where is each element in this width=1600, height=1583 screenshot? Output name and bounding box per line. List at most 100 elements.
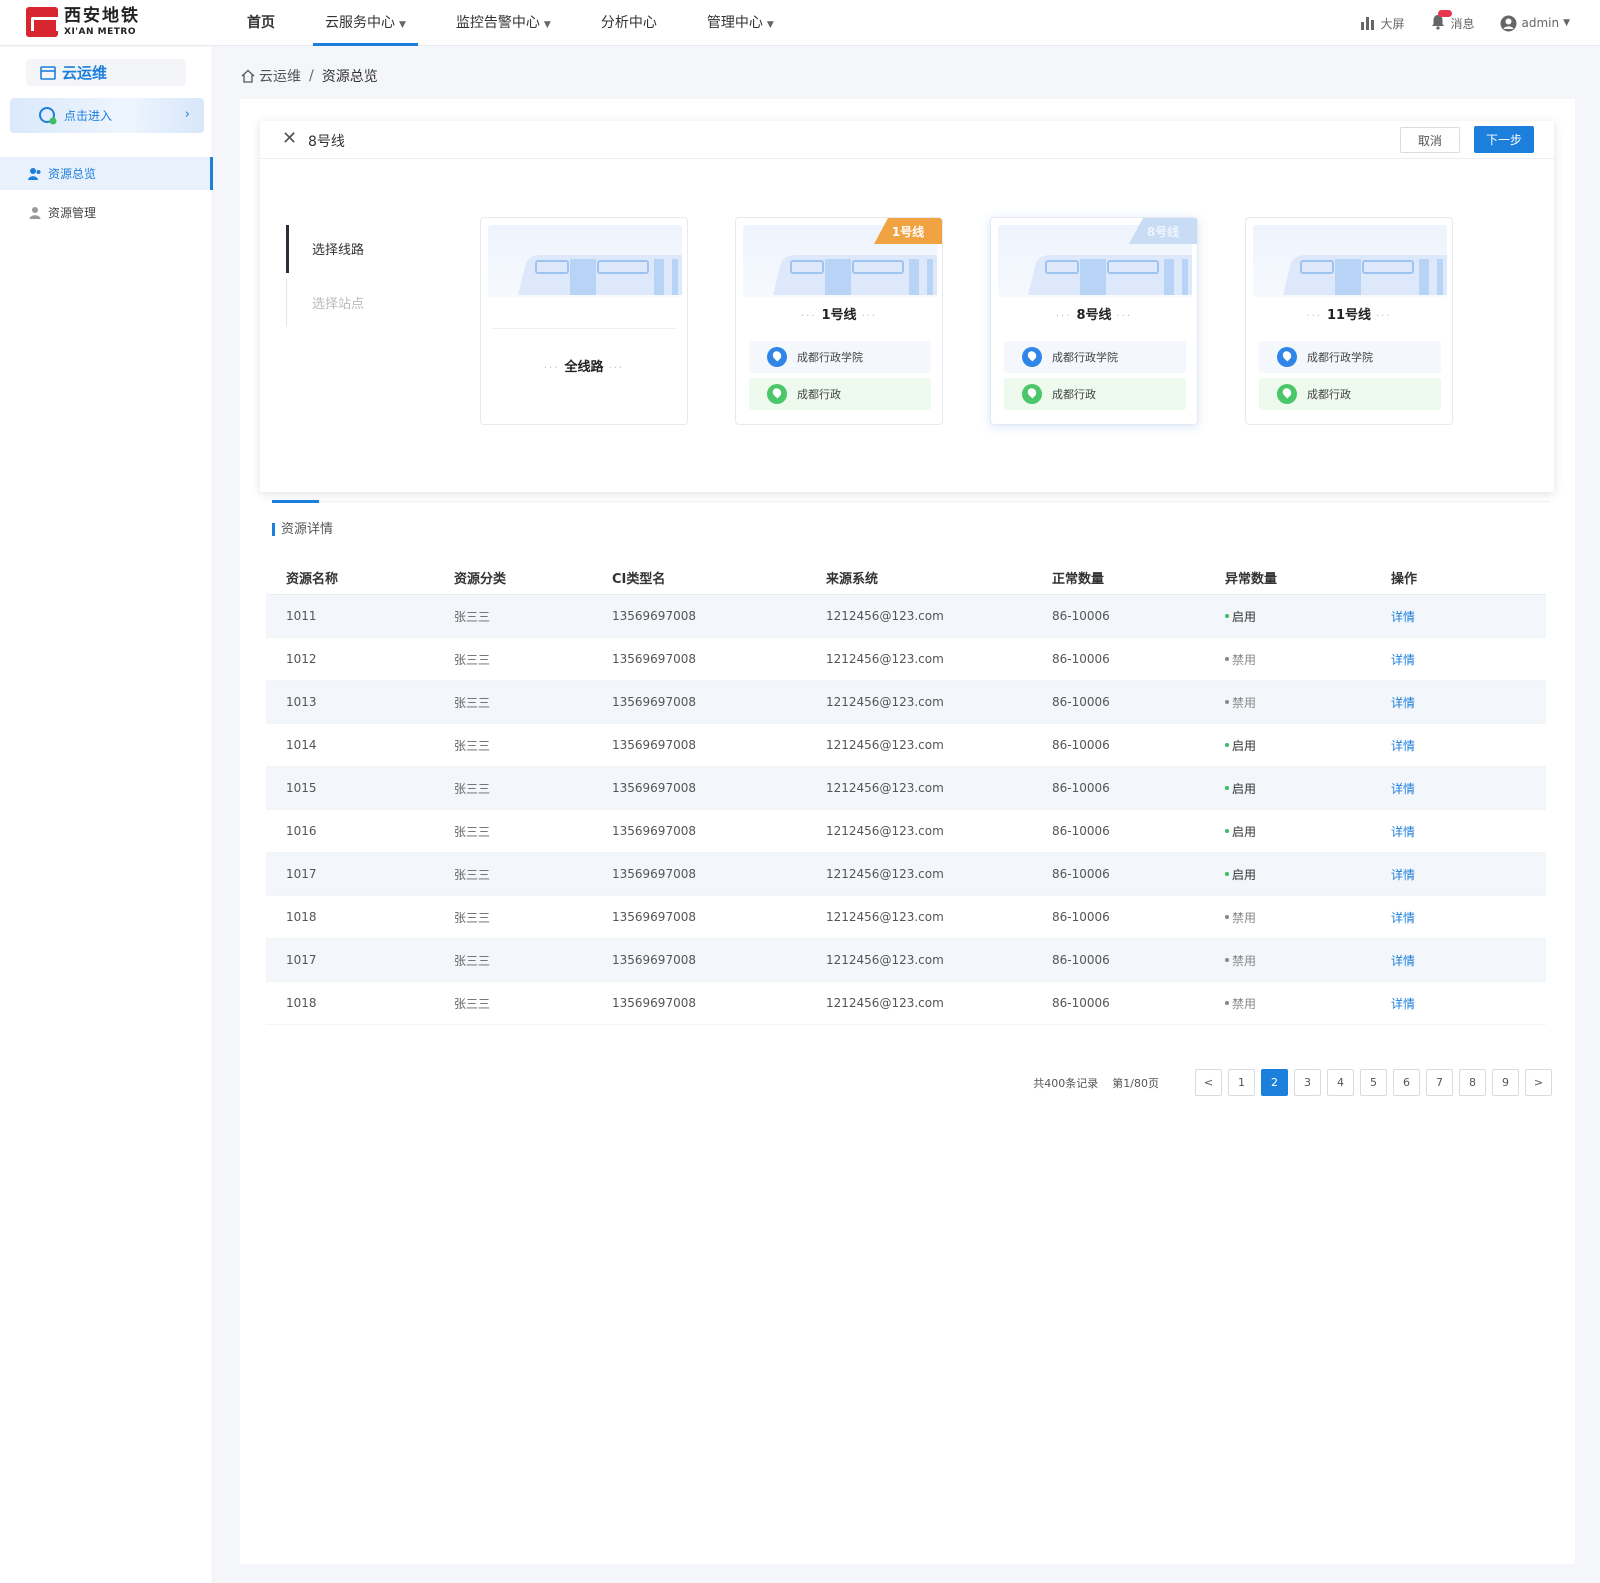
page-button[interactable]: 5 [1360, 1069, 1387, 1096]
cell-normal-count: 86-10006 [1052, 738, 1110, 752]
detail-link[interactable]: 详情 [1391, 739, 1415, 753]
page-button[interactable]: 4 [1327, 1069, 1354, 1096]
tab-active-indicator [272, 500, 319, 503]
next-step-button[interactable]: 下一步 [1474, 126, 1534, 153]
cell-normal-count: 86-10006 [1052, 781, 1110, 795]
cell-resource-category: 张三三 [454, 781, 491, 796]
sidebar-item-resource-management[interactable]: 资源管理 [0, 196, 213, 229]
line-card-line1[interactable]: 1号线 ··· 1号线 ··· 成都行政学院 成都行政 [735, 217, 943, 425]
detail-link[interactable]: 详情 [1391, 911, 1415, 925]
train-illustration [488, 225, 682, 297]
table-header: 资源名称 资源分类 CI类型名 来源系统 正常数量 异常数量 操作 [266, 561, 1546, 595]
sidebar-item-label: 资源管理 [48, 206, 97, 220]
cell-ci-type: 13569697008 [612, 996, 696, 1010]
table-row: 1014 张三三 13569697008 1212456@123.com 86-1000… [266, 724, 1546, 767]
cell-ci-type: 13569697008 [612, 738, 696, 752]
next-page-button[interactable]: > [1525, 1069, 1552, 1096]
prev-page-button[interactable]: < [1195, 1069, 1222, 1096]
cell-action[interactable]: 详情 [1371, 608, 1546, 625]
cell-action[interactable]: 详情 [1371, 995, 1546, 1012]
cancel-button[interactable]: 取消 [1400, 127, 1460, 153]
cell-source-system: 1212456@123.com [826, 695, 944, 709]
detail-link[interactable]: 详情 [1391, 825, 1415, 839]
location-pin-icon [1277, 384, 1297, 404]
page-button[interactable]: 8 [1459, 1069, 1486, 1096]
cell-action[interactable]: 详情 [1371, 651, 1546, 668]
table-row: 1017 张三三 13569697008 1212456@123.com 86-1000… [266, 939, 1546, 982]
station-item[interactable]: 成都行政 [749, 378, 931, 410]
nav-item-management[interactable]: 管理中心 ▼ [695, 0, 786, 46]
table-row: 1017 张三三 13569697008 1212456@123.com 86-1000… [266, 853, 1546, 896]
station-item[interactable]: 成都行政学院 [1259, 341, 1441, 373]
station-item[interactable]: 成都行政 [1259, 378, 1441, 410]
panel-header: ✕ 8号线 取消 下一步 [260, 121, 1554, 159]
page-button[interactable]: 7 [1426, 1069, 1453, 1096]
cloud-enter-icon [39, 106, 57, 124]
station-item[interactable]: 成都行政学院 [749, 341, 931, 373]
cell-action[interactable]: 详情 [1371, 909, 1546, 926]
cell-source-system: 1212456@123.com [826, 652, 944, 666]
cell-action[interactable]: 详情 [1371, 866, 1546, 883]
cell-action[interactable]: 详情 [1371, 694, 1546, 711]
detail-link[interactable]: 详情 [1391, 696, 1415, 710]
nav-item-cloud-service[interactable]: 云服务中心 ▼ [313, 0, 418, 46]
page-button[interactable]: 3 [1294, 1069, 1321, 1096]
page-button[interactable]: 9 [1492, 1069, 1519, 1096]
cell-normal-count: 86-10006 [1052, 953, 1110, 967]
caret-down-icon: ▼ [766, 20, 774, 30]
step-label: 选择站点 [312, 297, 365, 312]
messages-button[interactable]: 消息 [1430, 9, 1474, 33]
nav-item-home[interactable]: 首页 [235, 0, 287, 46]
status-dot-icon [1225, 915, 1229, 919]
column-header: 来源系统 [826, 572, 879, 587]
cell-action[interactable]: 详情 [1371, 823, 1546, 840]
cell-action[interactable]: 详情 [1371, 737, 1546, 754]
detail-link[interactable]: 详情 [1391, 997, 1415, 1011]
detail-link[interactable]: 详情 [1391, 653, 1415, 667]
enter-button[interactable]: 点击进入 › [10, 98, 204, 133]
line-select-panel: ✕ 8号线 取消 下一步 选择线路 选择站点 ··· 全线路 ··· 1号线 ·… [260, 121, 1554, 492]
detail-link[interactable]: 详情 [1391, 610, 1415, 624]
line-card-line8[interactable]: 8号线 ··· 8号线 ··· 成都行政学院 成都行政 [990, 217, 1198, 425]
brand-logo[interactable]: 西安地铁 XI'AN METRO [26, 7, 140, 37]
breadcrumb-home[interactable]: 云运维 [259, 66, 301, 86]
step-indicator [286, 225, 289, 273]
detail-link[interactable]: 详情 [1391, 954, 1415, 968]
cell-action[interactable]: 详情 [1371, 780, 1546, 797]
detail-link[interactable]: 详情 [1391, 868, 1415, 882]
location-pin-icon [1022, 384, 1042, 404]
step-select-line[interactable]: 选择线路 [286, 225, 364, 279]
detail-link[interactable]: 详情 [1391, 782, 1415, 796]
status-badge: 启用 [1225, 823, 1371, 840]
station-item[interactable]: 成都行政学院 [1004, 341, 1186, 373]
caret-down-icon: ▼ [399, 20, 406, 30]
bar-chart-icon [1361, 17, 1375, 30]
cell-action[interactable]: 详情 [1371, 952, 1546, 969]
status-dot-icon [1225, 743, 1229, 747]
close-icon[interactable]: ✕ [282, 130, 297, 148]
column-header: 正常数量 [1052, 572, 1105, 587]
cell-abnormal-status: 启用 [1205, 823, 1371, 840]
big-screen-button[interactable]: 大屏 [1360, 15, 1404, 32]
page-button[interactable]: 1 [1228, 1069, 1255, 1096]
cell-source-system: 1212456@123.com [826, 738, 944, 752]
cell-resource-category: 张三三 [454, 953, 491, 968]
line-card-line11[interactable]: ··· 11号线 ··· 成都行政学院 成都行政 [1245, 217, 1453, 425]
nav-item-analysis[interactable]: 分析中心 [589, 0, 669, 46]
cell-abnormal-status: 禁用 [1205, 952, 1371, 969]
user-menu[interactable]: admin ▼ [1500, 15, 1570, 32]
step-select-station[interactable]: 选择站点 [286, 279, 364, 333]
nav-item-monitor-alarm[interactable]: 监控告警中心 ▼ [444, 0, 563, 46]
page-button[interactable]: 6 [1393, 1069, 1420, 1096]
page-button[interactable]: 2 [1261, 1069, 1288, 1096]
cell-abnormal-status: 禁用 [1205, 651, 1371, 668]
cell-resource-name: 1017 [286, 867, 317, 881]
username: admin [1521, 16, 1560, 30]
status-badge: 启用 [1225, 737, 1371, 754]
caret-down-icon: ▼ [543, 20, 551, 30]
user-avatar-icon [1500, 15, 1517, 31]
station-item[interactable]: 成都行政 [1004, 378, 1186, 410]
cell-resource-category: 张三三 [454, 652, 491, 667]
sidebar-item-resource-overview[interactable]: 资源总览 [0, 157, 213, 190]
line-card-all[interactable]: ··· 全线路 ··· [480, 217, 688, 425]
